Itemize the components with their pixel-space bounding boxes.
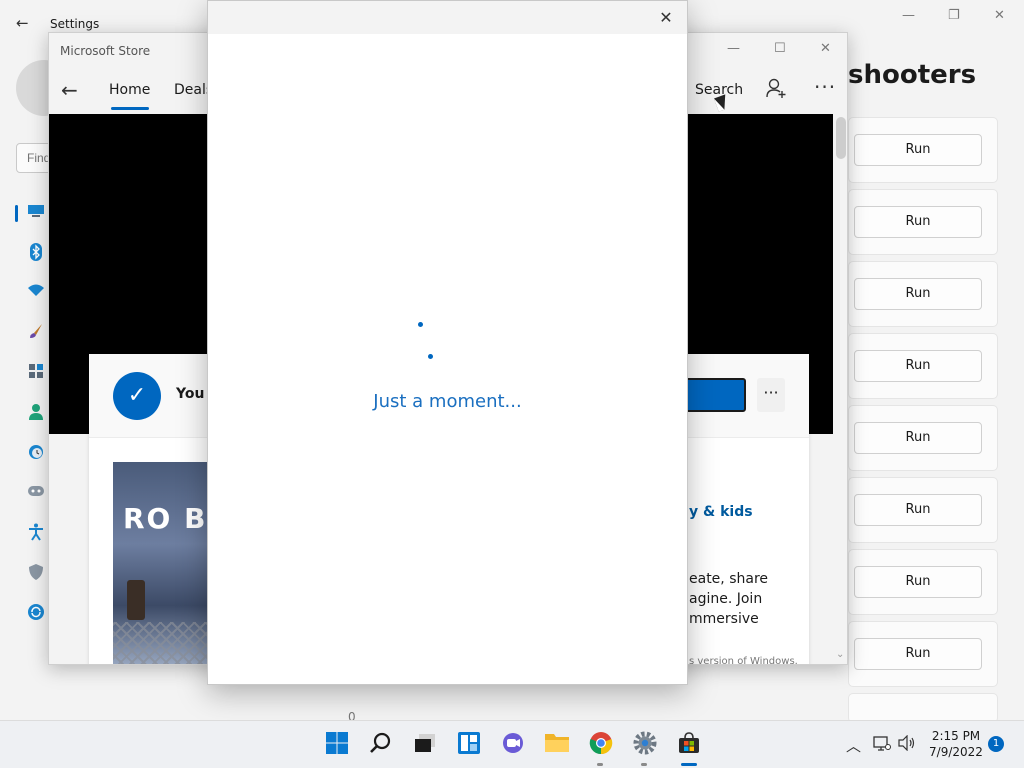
category-link[interactable]: y & kids — [689, 504, 753, 520]
run-button[interactable]: Run — [854, 422, 982, 454]
network-icon[interactable] — [873, 735, 891, 755]
scroll-down-icon[interactable]: ⌄ — [836, 649, 844, 660]
start-icon[interactable] — [324, 731, 350, 757]
run-button[interactable]: Run — [854, 350, 982, 382]
clock-date: 7/9/2022 — [929, 745, 983, 759]
run-button[interactable]: Run — [854, 638, 982, 670]
thumbnail-figure — [127, 580, 145, 620]
product-logo: RO B — [123, 502, 208, 535]
description-line: agine. Join — [689, 591, 763, 607]
gaming-icon[interactable] — [26, 483, 46, 503]
volume-icon[interactable] — [898, 734, 916, 755]
nav-home[interactable]: Home — [109, 82, 150, 98]
nav-home-indicator — [111, 107, 149, 110]
taskbar: ︿ 2:15 PM 7/9/2022 1 — [0, 720, 1024, 768]
back-arrow-icon[interactable]: ← — [16, 14, 29, 32]
accounts-icon[interactable] — [26, 403, 46, 423]
add-user-icon[interactable] — [765, 77, 787, 104]
accessibility-icon[interactable] — [26, 523, 46, 543]
back-arrow-icon[interactable]: ← — [61, 78, 78, 102]
run-button[interactable]: Run — [854, 278, 982, 310]
spinner-dot — [428, 354, 433, 359]
settings-title: Settings — [50, 17, 100, 31]
brush-icon[interactable] — [26, 323, 46, 343]
widgets-icon[interactable] — [456, 731, 482, 757]
scrollbar[interactable] — [833, 114, 847, 664]
restore-icon[interactable]: ❐ — [948, 8, 960, 23]
product-thumbnail: RO B — [113, 462, 208, 664]
product-description: eate, share agine. Join mmersive — [689, 569, 809, 629]
store-title: Microsoft Store — [60, 44, 151, 58]
description-line: mmersive — [689, 611, 759, 627]
clock-time: 2:15 PM — [931, 729, 981, 743]
active-indicator — [681, 763, 697, 766]
update-icon[interactable] — [26, 603, 46, 623]
run-button[interactable]: Run — [854, 206, 982, 238]
loading-message: Just a moment... — [373, 391, 522, 412]
shield-icon[interactable] — [26, 563, 46, 583]
file-explorer-icon[interactable] — [544, 731, 570, 757]
run-button[interactable]: Run — [854, 134, 982, 166]
clock[interactable]: 2:15 PM 7/9/2022 — [925, 728, 987, 760]
notification-badge[interactable]: 1 — [988, 736, 1004, 752]
thumbnail-fence — [113, 622, 208, 664]
more-icon[interactable]: ··· — [814, 75, 836, 99]
selection-indicator — [15, 205, 18, 222]
chevron-up-icon[interactable]: ︿ — [846, 735, 861, 756]
maximize-icon[interactable]: ☐ — [774, 41, 786, 56]
search-icon[interactable] — [368, 731, 394, 757]
dialog-titlebar: ✕ — [208, 1, 687, 34]
checkmark-icon: ✓ — [113, 372, 161, 420]
wifi-icon[interactable] — [26, 283, 46, 303]
time-icon[interactable] — [26, 443, 46, 463]
store-icon[interactable] — [676, 731, 702, 757]
task-view-icon[interactable] — [412, 731, 438, 757]
bluetooth-icon[interactable] — [26, 243, 46, 263]
chat-icon[interactable] — [500, 731, 526, 757]
loading-dialog: ✕ Just a moment... — [207, 0, 688, 685]
list-item — [848, 693, 998, 723]
description-line: eate, share — [689, 571, 769, 587]
run-button[interactable]: Run — [854, 566, 982, 598]
close-icon[interactable]: ✕ — [820, 41, 831, 56]
apps-icon[interactable] — [26, 363, 46, 383]
running-indicator — [641, 763, 647, 766]
more-icon[interactable]: ··· — [757, 378, 785, 412]
legal-text: s version of Windows. — [689, 656, 798, 665]
running-indicator — [597, 763, 603, 766]
minimize-icon[interactable]: — — [727, 41, 740, 56]
chrome-icon[interactable] — [588, 731, 614, 757]
settings-gear-icon[interactable] — [632, 731, 658, 757]
close-icon[interactable]: ✕ — [656, 8, 676, 27]
page-heading: shooters — [848, 60, 977, 90]
scrollbar-thumb[interactable] — [836, 117, 846, 159]
run-button[interactable]: Run — [854, 494, 982, 526]
spinner-dot — [418, 322, 423, 327]
display-icon[interactable] — [26, 203, 46, 223]
close-icon[interactable]: ✕ — [994, 8, 1005, 23]
minimize-icon[interactable]: — — [902, 8, 915, 23]
